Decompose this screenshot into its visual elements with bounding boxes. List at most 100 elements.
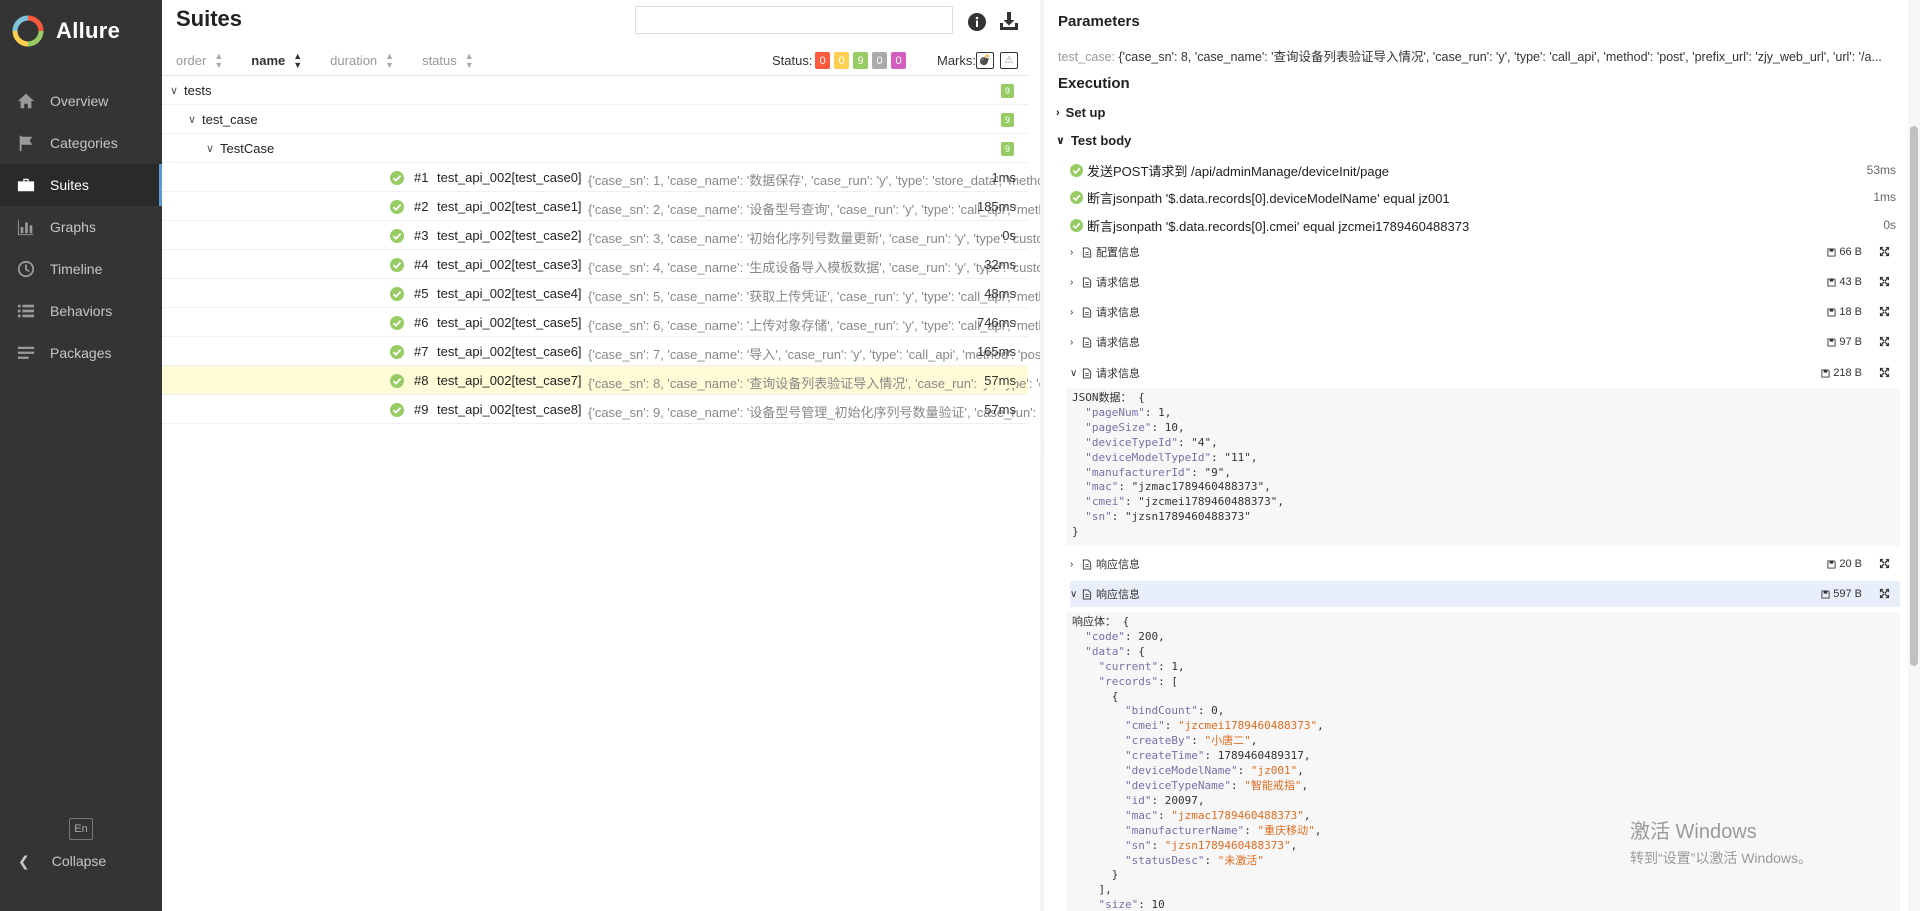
attachment-row[interactable]: ∨ 响应信息 597 B xyxy=(1070,581,1900,607)
status-failed-toggle[interactable]: 0 xyxy=(815,52,830,69)
flag-icon xyxy=(16,133,36,153)
expand-icon[interactable] xyxy=(1879,306,1890,317)
expand-icon[interactable] xyxy=(1879,246,1890,257)
expand-icon[interactable] xyxy=(1879,336,1890,347)
sort-status[interactable]: status ▲ ▼ xyxy=(422,51,474,70)
step-duration: 53ms xyxy=(1866,163,1896,177)
info-icon[interactable] xyxy=(967,12,987,32)
sidebar-item-categories[interactable]: Categories xyxy=(0,122,162,164)
test-step[interactable]: 断言jsonpath '$.data.records[0].cmei' equa… xyxy=(1070,214,1896,236)
test-rows: #1 test_api_002[test_case0] {'case_sn': 1,… xyxy=(162,163,1156,424)
attachment-label: 请求信息 xyxy=(1096,307,1140,319)
test-step[interactable]: 发送POST请求到 /api/adminManage/deviceInit/pa… xyxy=(1070,159,1896,181)
attachment-size: 97 B xyxy=(1827,336,1862,348)
download-icon[interactable] xyxy=(998,10,1020,32)
search-input[interactable] xyxy=(635,6,953,34)
parameter-key: test_case: xyxy=(1058,50,1115,64)
home-icon xyxy=(16,91,36,111)
json-prefix: JSON数据： xyxy=(1072,391,1132,404)
new-failed-mark-toggle[interactable]: ⚠ xyxy=(1000,52,1018,69)
collapse-button[interactable]: ❮ Collapse xyxy=(0,848,106,874)
list-icon xyxy=(16,301,36,321)
sidebar-item-behaviors[interactable]: Behaviors xyxy=(0,290,162,332)
sidebar-item-suites[interactable]: Suites xyxy=(0,164,162,206)
request-json-block: JSON数据： { "pageNum": 1, "pageSize": 10, … xyxy=(1066,388,1900,546)
chevron-right-icon: › xyxy=(1070,246,1074,258)
tree-node-testcase-class[interactable]: ∨ TestCase 9 xyxy=(162,134,1028,163)
passed-status-icon xyxy=(390,345,404,359)
chevron-down-icon: ∨ xyxy=(188,113,197,126)
attachment-size: 43 B xyxy=(1827,276,1862,288)
attachment-label: 响应信息 xyxy=(1096,589,1140,601)
test-row[interactable]: #1 test_api_002[test_case0] {'case_sn': 1,… xyxy=(162,163,1156,192)
file-icon xyxy=(1082,588,1092,600)
detail-scrollbar-thumb[interactable] xyxy=(1910,126,1918,666)
test-row[interactable]: #9 test_api_002[test_case8] {'case_sn': 9,… xyxy=(162,395,1156,424)
attachment-row[interactable]: ∨ 请求信息 218 B xyxy=(1070,360,1900,386)
attachment-row[interactable]: › 请求信息 18 B xyxy=(1070,299,1900,325)
sort-status-label: status xyxy=(422,53,457,68)
status-skipped-toggle[interactable]: 0 xyxy=(872,52,887,69)
passed-status-icon xyxy=(390,403,404,417)
test-row[interactable]: #7 test_api_002[test_case6] {'case_sn': 7,… xyxy=(162,337,1156,366)
status-passed-toggle[interactable]: 9 xyxy=(853,52,868,69)
parameters-title: Parameters xyxy=(1058,13,1140,30)
attachment-row[interactable]: › 请求信息 43 B xyxy=(1070,269,1900,295)
tree-node-tests[interactable]: ∨ tests 9 xyxy=(162,76,1028,105)
test-body-stage[interactable]: ∨ Test body xyxy=(1056,133,1131,148)
flaky-mark-toggle[interactable]: 💣 xyxy=(976,52,994,69)
expand-icon[interactable] xyxy=(1879,588,1890,599)
json-value: 1 xyxy=(1158,405,1165,419)
test-number: #6 xyxy=(414,315,429,330)
tree-node-label: test_case xyxy=(202,111,258,127)
sidebar-item-timeline[interactable]: Timeline xyxy=(0,248,162,290)
attachment-row[interactable]: › 请求信息 97 B xyxy=(1070,329,1900,355)
json-value: 1789460489317 xyxy=(1217,749,1304,763)
json-value: jzmac1789460488373 xyxy=(1138,480,1258,494)
test-row[interactable]: #3 test_api_002[test_case2] {'case_sn': 3,… xyxy=(162,221,1156,250)
test-row[interactable]: #5 test_api_002[test_case4] {'case_sn': 5,… xyxy=(162,279,1156,308)
sort-order-label: order xyxy=(176,53,207,68)
sidebar-item-overview[interactable]: Overview xyxy=(0,80,162,122)
sidebar-item-graphs[interactable]: Graphs xyxy=(0,206,162,248)
status-unknown-toggle[interactable]: 0 xyxy=(891,52,906,69)
sort-name[interactable]: name ▲ ▼ xyxy=(251,51,302,70)
parameter-value: {'case_sn': 8, 'case_name': '查询设备列表验证导入情… xyxy=(1118,50,1882,64)
sort-arrows-icon: ▲ ▼ xyxy=(214,50,224,70)
sort-duration[interactable]: duration ▲ ▼ xyxy=(330,51,394,70)
tree-node-label: tests xyxy=(184,82,212,98)
expand-icon[interactable] xyxy=(1879,276,1890,287)
test-number: #5 xyxy=(414,286,429,301)
setup-stage[interactable]: › Set up xyxy=(1056,105,1105,120)
sidebar-item-label: Timeline xyxy=(50,261,103,277)
test-row[interactable]: #6 test_api_002[test_case5] {'case_sn': 6,… xyxy=(162,308,1156,337)
attachment-label: 配置信息 xyxy=(1096,247,1140,259)
sort-order[interactable]: order ▲ ▼ xyxy=(176,50,224,70)
test-number: #7 xyxy=(414,344,429,359)
file-icon xyxy=(1082,336,1092,348)
tree-node-test-case[interactable]: ∨ test_case 9 xyxy=(162,105,1028,134)
test-row[interactable]: #4 test_api_002[test_case3] {'case_sn': 4,… xyxy=(162,250,1156,279)
json-value: 小唐二 xyxy=(1211,734,1245,748)
passed-status-icon xyxy=(390,374,404,388)
expand-icon[interactable] xyxy=(1879,367,1890,378)
brand[interactable]: Allure xyxy=(0,0,162,62)
attachment-label: 请求信息 xyxy=(1096,368,1140,380)
sidebar-nav: Overview Categories Suites Graphs Timeli… xyxy=(0,80,162,374)
save-icon xyxy=(1821,368,1830,378)
status-broken-toggle[interactable]: 0 xyxy=(834,52,849,69)
sidebar-item-packages[interactable]: Packages xyxy=(0,332,162,374)
expand-icon[interactable] xyxy=(1879,558,1890,569)
test-row[interactable]: #8 test_api_002[test_case7] {'case_sn': 8,… xyxy=(162,366,1156,395)
attachment-row[interactable]: › 配置信息 66 B xyxy=(1070,239,1900,265)
test-name: test_api_002[test_case2] xyxy=(437,228,582,243)
test-duration: 48ms xyxy=(984,286,1016,301)
test-body-label: Test body xyxy=(1070,133,1132,148)
language-button[interactable]: En xyxy=(69,818,93,840)
attachment-row[interactable]: › 响应信息 20 B xyxy=(1070,551,1900,577)
test-step[interactable]: 断言jsonpath '$.data.records[0].deviceMode… xyxy=(1070,186,1896,208)
bar-chart-icon xyxy=(16,217,36,237)
test-row[interactable]: #2 test_api_002[test_case1] {'case_sn': 2,… xyxy=(162,192,1156,221)
passed-status-icon xyxy=(390,229,404,243)
test-detail-pane: Parameters test_case: {'case_sn': 8, 'ca… xyxy=(1044,0,1908,911)
